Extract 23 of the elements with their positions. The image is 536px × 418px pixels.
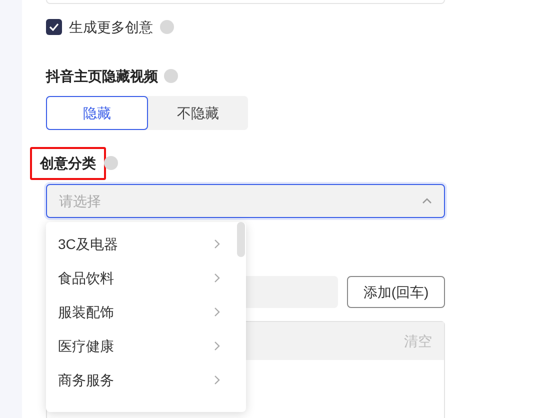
section-title: 创意分类	[30, 146, 106, 180]
help-icon	[104, 156, 118, 170]
help-icon	[164, 69, 178, 83]
check-icon	[49, 23, 59, 31]
add-button[interactable]: 添加(回车)	[347, 276, 445, 308]
chevron-right-icon	[214, 273, 220, 283]
menu-item[interactable]: 服装配饰	[46, 295, 246, 329]
chevron-right-icon	[214, 375, 220, 385]
menu-item[interactable]: 商务服务	[46, 363, 246, 397]
chevron-right-icon	[214, 341, 220, 351]
chevron-right-icon	[214, 307, 220, 317]
chevron-up-icon	[422, 198, 432, 204]
section-title: 抖音主页隐藏视频	[46, 66, 158, 86]
help-icon	[160, 20, 174, 34]
menu-item[interactable]: 医疗健康	[46, 329, 246, 363]
menu-item[interactable]: 3C及电器	[46, 227, 246, 261]
menu-item[interactable]: 食品饮料	[46, 261, 246, 295]
scrollbar-thumb[interactable]	[237, 222, 245, 257]
checkbox[interactable]	[46, 19, 62, 35]
checkbox-label: 生成更多创意	[69, 18, 153, 36]
segment-option[interactable]: 不隐藏	[148, 96, 248, 130]
chevron-right-icon	[214, 239, 220, 249]
segment-option[interactable]: 隐藏	[46, 96, 148, 130]
